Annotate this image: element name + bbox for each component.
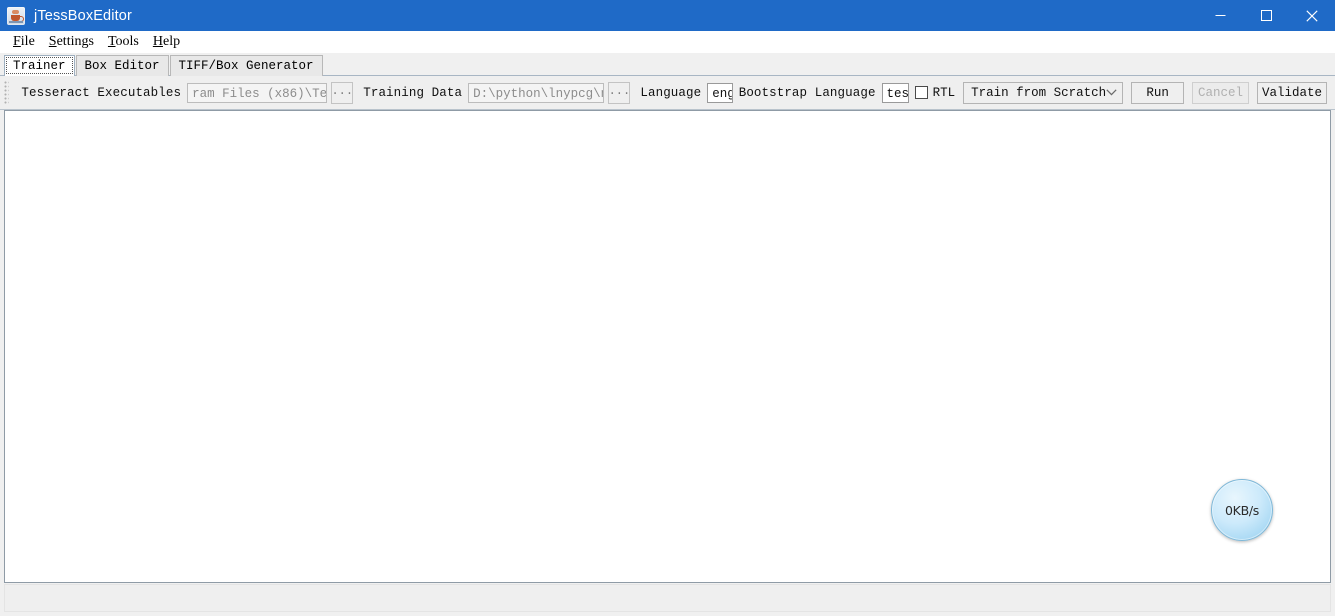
validate-button[interactable]: Validate	[1257, 81, 1327, 104]
rtl-checkbox-group[interactable]: RTL	[909, 86, 964, 100]
status-bar	[4, 584, 1331, 612]
close-icon	[1306, 9, 1318, 22]
menu-help-mnemonic: H	[152, 34, 163, 49]
tab-strip: Trainer Box Editor TIFF/Box Generator	[0, 53, 1335, 76]
menu-file-mnemonic: F	[13, 34, 21, 49]
bootstrap-language-label: Bootstrap Language	[738, 85, 876, 100]
language-label: Language	[640, 85, 702, 100]
content-area	[0, 110, 1335, 616]
close-button[interactable]	[1289, 0, 1335, 31]
java-coffee-cup-icon	[7, 6, 25, 25]
tab-tiff-box-generator[interactable]: TIFF/Box Generator	[169, 55, 323, 76]
minimize-button[interactable]	[1197, 0, 1243, 31]
rtl-label: RTL	[932, 85, 956, 100]
window-title: jTessBoxEditor	[34, 7, 132, 24]
tesseract-executables-label: Tesseract Executables	[21, 85, 182, 100]
minimize-icon	[1215, 15, 1225, 16]
menu-item-help[interactable]: Help	[147, 33, 186, 51]
language-input[interactable]: eng	[707, 82, 733, 103]
run-button[interactable]: Run	[1131, 81, 1185, 104]
menu-settings-rest: ettings	[56, 34, 94, 49]
tesseract-executables-input[interactable]: ram Files (x86)\Tesseract-OCR	[187, 82, 328, 103]
chevron-down-icon	[1106, 89, 1117, 96]
menu-item-file[interactable]: File	[7, 33, 41, 51]
training-data-input[interactable]: D:\python\lnypcg\new	[468, 82, 605, 103]
menu-item-settings[interactable]: Settings	[43, 33, 100, 51]
tab-trainer[interactable]: Trainer	[4, 55, 75, 76]
window-controls	[1197, 0, 1335, 31]
network-speed-value: 0KB/s	[1225, 502, 1259, 518]
cancel-button: Cancel	[1192, 81, 1249, 104]
maximize-button[interactable]	[1243, 0, 1289, 31]
tab-box-editor[interactable]: Box Editor	[75, 55, 169, 76]
training-output-panel[interactable]	[4, 110, 1331, 583]
menu-item-tools[interactable]: Tools	[102, 33, 145, 51]
menu-tools-mnemonic: T	[107, 34, 116, 49]
title-bar-left: jTessBoxEditor	[0, 6, 132, 25]
training-mode-value: Train from Scratch	[971, 85, 1107, 100]
network-speed-badge[interactable]: 0KB/s	[1211, 479, 1273, 541]
menu-settings-mnemonic: S	[48, 34, 57, 49]
training-data-label: Training Data	[363, 85, 463, 100]
bootstrap-language-input[interactable]: test	[881, 82, 909, 103]
menu-help-rest: elp	[162, 34, 181, 49]
menu-bar: File Settings Tools Help	[0, 31, 1335, 53]
browse-executables-button[interactable]: ...	[331, 81, 354, 104]
application-window: jTessBoxEditor File Settings Tools Help …	[0, 0, 1335, 616]
toolbar-drag-grip[interactable]	[4, 80, 10, 105]
trainer-toolbar: Tesseract Executables ram Files (x86)\Te…	[0, 76, 1335, 110]
title-bar: jTessBoxEditor	[0, 0, 1335, 31]
menu-tools-rest: ools	[115, 34, 139, 49]
maximize-icon	[1260, 10, 1272, 21]
browse-training-data-button[interactable]: ...	[608, 81, 631, 104]
rtl-checkbox[interactable]	[914, 86, 928, 99]
training-mode-select[interactable]: Train from Scratch	[963, 81, 1124, 104]
menu-file-rest: ile	[20, 34, 35, 49]
